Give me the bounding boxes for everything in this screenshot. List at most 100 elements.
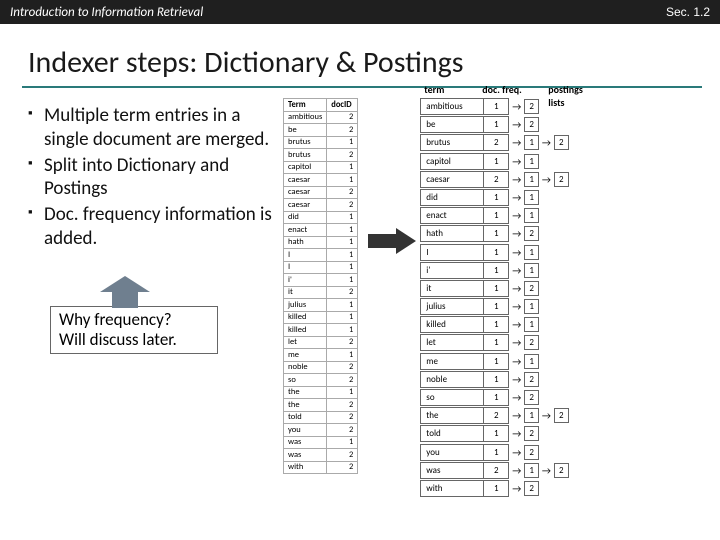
dict-term: told — [421, 426, 484, 442]
dict-freq: 1 — [484, 99, 509, 115]
src-row: caesar1 — [284, 174, 358, 187]
posting-box: 2 — [524, 426, 539, 441]
dict-term: i' — [421, 262, 484, 278]
dict-term: be — [421, 117, 484, 133]
dict-row: so1→2 — [420, 389, 568, 406]
posting-box: 1 — [524, 245, 539, 260]
dict-freq: 1 — [484, 353, 509, 369]
src-row: I1 — [284, 249, 358, 262]
dict-term: so — [421, 390, 484, 406]
dict-freq: 1 — [484, 153, 509, 169]
arrow-icon: → — [512, 373, 521, 386]
src-row: it2 — [284, 286, 358, 299]
posting-box: 2 — [524, 445, 539, 460]
arrow-icon: → — [512, 391, 521, 404]
arrow-icon: → — [512, 173, 521, 186]
callout-line: Why frequency? — [59, 310, 209, 330]
dict-freq: 1 — [484, 226, 509, 242]
dict-term: julius — [421, 299, 484, 315]
arrow-icon: → — [512, 355, 521, 368]
src-header-docid: docID — [327, 99, 358, 112]
dict-row: noble1→2 — [420, 371, 568, 388]
bullet-item: Doc. frequency information is added. — [28, 203, 273, 251]
dict-freq: 1 — [484, 299, 509, 315]
arrow-icon: → — [512, 282, 521, 295]
dict-row: killed1→1 — [420, 316, 568, 333]
right-arrow-icon — [368, 228, 416, 254]
arrow-icon: → — [512, 155, 521, 168]
posting-box: 1 — [524, 263, 539, 278]
arrow-icon: → — [512, 464, 521, 477]
posting-box: 2 — [524, 372, 539, 387]
src-row: let2 — [284, 336, 358, 349]
arrow-icon: → — [512, 427, 521, 440]
dict-row: told1→2 — [420, 425, 568, 442]
dict-row: let1→2 — [420, 334, 568, 351]
src-row: me1 — [284, 349, 358, 362]
dict-freq: 1 — [484, 335, 509, 351]
dict-term: hath — [421, 226, 484, 242]
dict-term: ambitious — [421, 99, 484, 115]
arrow-icon: → — [512, 246, 521, 259]
posting-box: 1 — [524, 154, 539, 169]
dict-freq: 1 — [484, 280, 509, 296]
section-label: Sec. 1.2 — [666, 5, 710, 19]
dict-term: capitol — [421, 153, 484, 169]
src-row: noble2 — [284, 361, 358, 374]
posting-box: 1 — [524, 317, 539, 332]
dict-row: it1→2 — [420, 280, 568, 297]
arrow-icon: → — [542, 136, 551, 149]
dict-term: killed — [421, 317, 484, 333]
posting-box: 2 — [524, 99, 539, 114]
dict-term: I — [421, 244, 484, 260]
posting-box: 2 — [554, 408, 569, 423]
dict-term: did — [421, 189, 484, 205]
dict-freq: 1 — [484, 480, 509, 496]
dict-term: brutus — [421, 135, 484, 151]
callout-line: Will discuss later. — [59, 330, 209, 350]
posting-box: 2 — [554, 172, 569, 187]
up-arrow-icon — [100, 276, 150, 306]
src-header-term: Term — [284, 99, 327, 112]
dict-row: did1→1 — [420, 189, 568, 206]
arrow-icon: → — [512, 336, 521, 349]
dict-row: you1→2 — [420, 444, 568, 461]
src-row: be2 — [284, 124, 358, 137]
dict-term: was — [421, 462, 484, 478]
dict-header-postings: postings lists — [548, 83, 583, 109]
posting-box: 2 — [524, 481, 539, 496]
posting-box: 1 — [524, 408, 539, 423]
dict-row: with1→2 — [420, 480, 568, 497]
dict-term: noble — [421, 371, 484, 387]
bullet-list: Multiple term entries in a single docume… — [28, 104, 273, 251]
src-row: killed1 — [284, 311, 358, 324]
dict-header-docfreq: doc. freq. — [482, 83, 522, 96]
dict-row: hath1→2 — [420, 225, 568, 242]
arrow-icon: → — [542, 464, 551, 477]
slide-header: Introduction to Information Retrieval Se… — [0, 0, 720, 24]
src-row: the2 — [284, 399, 358, 412]
dict-freq: 1 — [484, 371, 509, 387]
dict-freq: 2 — [484, 408, 509, 424]
src-row: was1 — [284, 436, 358, 449]
posting-box: 1 — [524, 463, 539, 478]
dict-freq: 1 — [484, 317, 509, 333]
bullet-item: Split into Dictionary and Postings — [28, 154, 273, 202]
slide-title: Indexer steps: Dictionary & Postings — [28, 44, 720, 81]
dict-freq: 1 — [484, 244, 509, 260]
src-row: caesar2 — [284, 186, 358, 199]
posting-box: 1 — [524, 172, 539, 187]
dict-row: be1→2 — [420, 116, 568, 133]
src-row: I1 — [284, 261, 358, 274]
dict-row: enact1→1 — [420, 207, 568, 224]
src-row: brutus1 — [284, 136, 358, 149]
dict-term: caesar — [421, 171, 484, 187]
src-row: with2 — [284, 461, 358, 474]
dict-freq: 2 — [484, 135, 509, 151]
posting-box: 2 — [524, 335, 539, 350]
posting-box: 1 — [524, 354, 539, 369]
src-row: told2 — [284, 411, 358, 424]
arrow-icon: → — [542, 409, 551, 422]
bullet-item: Multiple term entries in a single docume… — [28, 104, 273, 152]
src-row: hath1 — [284, 236, 358, 249]
